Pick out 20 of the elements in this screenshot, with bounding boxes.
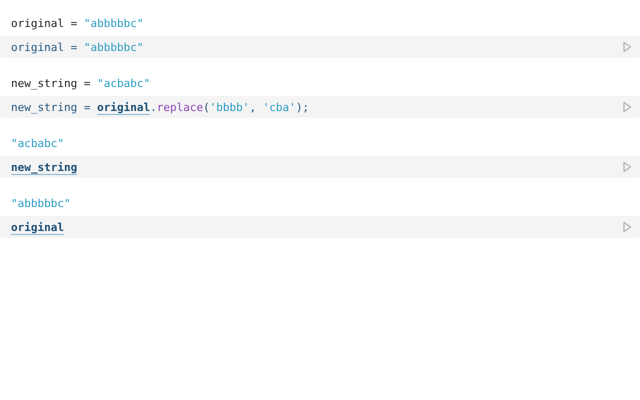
code-line: new_string = original.replace('bbbb', 'cba'); xyxy=(11,100,310,114)
run-button[interactable] xyxy=(622,221,632,233)
code-cell[interactable]: new_string xyxy=(0,156,640,178)
cell-output: new_string = "acbabc" xyxy=(10,76,152,92)
cell-output: "abbbbbc" xyxy=(10,196,72,212)
code-line: new_string xyxy=(11,160,78,174)
cell-output: "acbabc" xyxy=(10,136,65,152)
play-icon xyxy=(622,41,632,53)
code-cell[interactable]: original = "abbbbbc" xyxy=(0,36,640,58)
play-icon xyxy=(622,101,632,113)
run-button[interactable] xyxy=(622,161,632,173)
play-icon xyxy=(622,161,632,173)
code-line: original xyxy=(11,220,64,234)
run-button[interactable] xyxy=(622,101,632,113)
code-cell[interactable]: original xyxy=(0,216,640,238)
code-cell[interactable]: new_string = original.replace('bbbb', 'cba'); xyxy=(0,96,640,118)
play-icon xyxy=(622,221,632,233)
run-button[interactable] xyxy=(622,41,632,53)
code-line: original = "abbbbbc" xyxy=(11,40,144,54)
cell-output: original = "abbbbbc" xyxy=(10,16,144,32)
